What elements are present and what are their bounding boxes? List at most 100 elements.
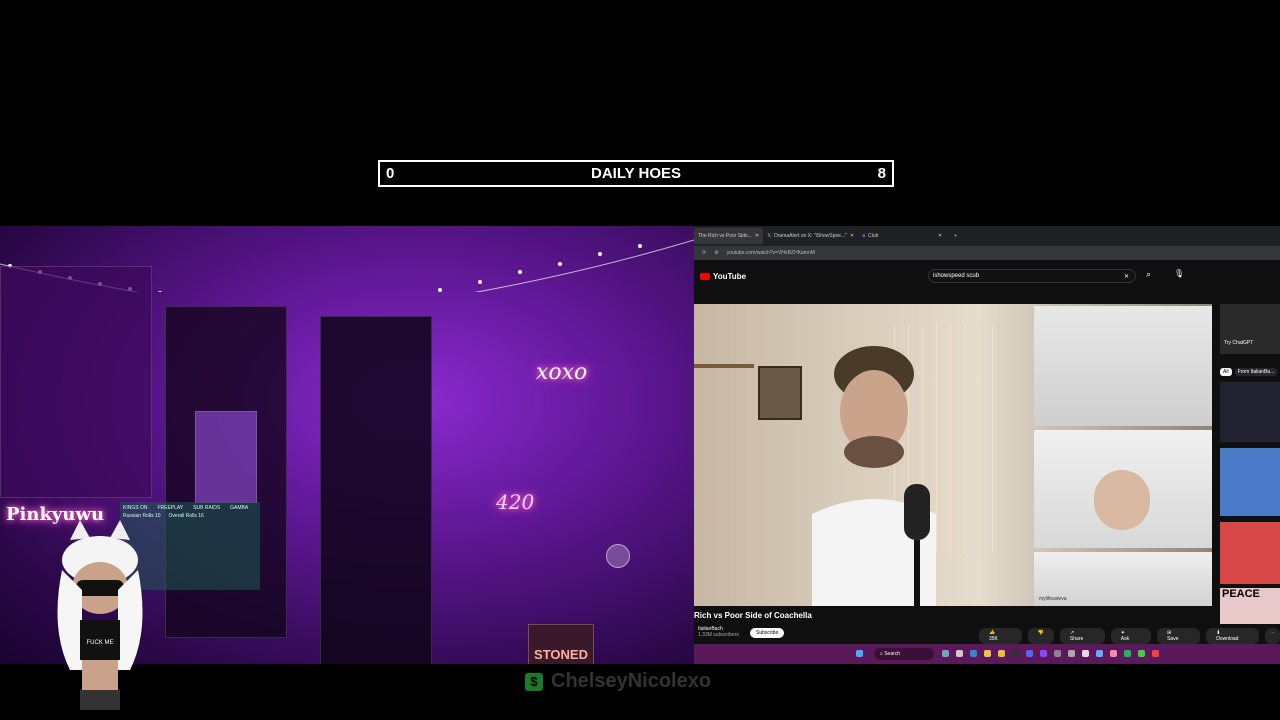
reload-icon[interactable]: ⟳ bbox=[702, 250, 706, 256]
ad-title: Try ChatGPT bbox=[1224, 340, 1254, 346]
address-bar[interactable]: ⟳ ⚙ youtube.com/watch?v=VHeBZHKamnM bbox=[694, 246, 1280, 260]
avatar-character: FUCK ME bbox=[57, 520, 143, 710]
search-input[interactable]: ishowspeed scub ✕ bbox=[928, 269, 1136, 283]
x-icon: 𝕏 bbox=[767, 233, 772, 239]
tab-bar: The Rich vs Poor Side... ✕ 𝕏 DramaAlert on… bbox=[694, 226, 1280, 246]
folder-icon[interactable] bbox=[984, 650, 991, 657]
app-icon[interactable] bbox=[1054, 650, 1061, 657]
pip-caption: mylifeasleva bbox=[1039, 596, 1067, 602]
like-count: 35K bbox=[984, 634, 1003, 644]
neon-xoxo-sign: xoxo bbox=[536, 360, 588, 385]
url-text: youtube.com/watch?v=VHeBZHKamnM bbox=[726, 250, 815, 256]
close-icon[interactable]: ✕ bbox=[938, 233, 942, 239]
youtube-logo-text: YouTube bbox=[713, 271, 747, 281]
tab-dramaalert[interactable]: 𝕏 DramaAlert on X: "iShowSpee..." ✕ bbox=[763, 228, 858, 244]
dislike-button[interactable]: 👎 bbox=[1027, 628, 1054, 644]
rec-thumb-4[interactable]: PEACE bbox=[1220, 588, 1280, 624]
search-query: ishowspeed scub bbox=[933, 273, 980, 279]
rec-thumb-text: PEACE bbox=[1222, 588, 1260, 600]
chrome-icon[interactable] bbox=[998, 650, 1005, 657]
edge-icon[interactable] bbox=[970, 650, 977, 657]
avatar-shirt-text: FUCK ME bbox=[87, 640, 114, 646]
pip-room-top bbox=[1034, 306, 1212, 426]
mirror bbox=[195, 411, 257, 503]
close-icon[interactable]: ✕ bbox=[755, 233, 759, 239]
chip-from-channel[interactable]: From ItalianBa... bbox=[1234, 368, 1278, 376]
spotify-icon[interactable] bbox=[1124, 650, 1131, 657]
close-icon[interactable]: ✕ bbox=[850, 233, 854, 239]
cashapp-handle-text: ChelseyNicolexo bbox=[551, 670, 712, 692]
more-options-button[interactable]: ⋯ bbox=[1264, 628, 1280, 644]
tab-label: The Rich vs Poor Side... bbox=[698, 233, 752, 239]
search-icon[interactable]: ⌕ bbox=[1146, 269, 1151, 280]
daily-counter: 0 DAILY HOES 8 bbox=[378, 160, 894, 187]
twitch-icon: ■ bbox=[862, 233, 866, 239]
counter-right-value: 8 bbox=[877, 165, 886, 182]
counter-left-value: 0 bbox=[386, 165, 395, 182]
stoned-text: STONED bbox=[534, 647, 588, 662]
app-icon[interactable] bbox=[1068, 650, 1075, 657]
share-label: Share bbox=[1064, 634, 1089, 644]
discord-icon[interactable] bbox=[1026, 650, 1033, 657]
overlay-col-1: KINGS ON bbox=[123, 505, 148, 511]
chip-all[interactable]: All bbox=[1220, 368, 1232, 376]
cursor-icon bbox=[606, 544, 630, 568]
new-tab-button[interactable]: + bbox=[954, 233, 957, 239]
rec-thumb-2[interactable] bbox=[1220, 448, 1280, 516]
app-icon[interactable] bbox=[1082, 650, 1089, 657]
app-icon[interactable] bbox=[1138, 650, 1145, 657]
shelf bbox=[694, 364, 754, 368]
app-icon[interactable] bbox=[1110, 650, 1117, 657]
windows-taskbar: ⌕ Search bbox=[694, 644, 1280, 664]
overlay-row-1: Russian Rolls 10 bbox=[123, 513, 161, 519]
download-button[interactable]: ⬇ Download bbox=[1206, 628, 1259, 644]
video-title: Rich vs Poor Side of Coachella bbox=[694, 611, 812, 620]
thumbs-down-icon: 👎 bbox=[1032, 628, 1049, 638]
windows-start-icon[interactable] bbox=[856, 650, 863, 657]
overlay-col-4: GAMBA bbox=[230, 505, 249, 511]
twitch-icon[interactable] bbox=[1040, 650, 1047, 657]
taskbar-search-label: Search bbox=[884, 651, 901, 657]
ask-label: Ask bbox=[1115, 634, 1135, 644]
taskbar-search[interactable]: ⌕ Search bbox=[874, 648, 934, 660]
app-icon[interactable] bbox=[1096, 650, 1103, 657]
like-button[interactable]: 👍 35K bbox=[979, 628, 1022, 644]
save-button[interactable]: ⊞ Save bbox=[1157, 628, 1201, 644]
microphone-icon bbox=[904, 484, 930, 606]
search-icon: ⌕ bbox=[880, 651, 883, 657]
youtube-play-icon bbox=[700, 272, 710, 280]
channel-info[interactable]: ItalianBach 1.33M subscribers bbox=[698, 626, 739, 638]
subscriber-count: 1.33M subscribers bbox=[698, 632, 739, 638]
youtube-header: YouTube ishowspeed scub ✕ ⌕ 🎙 bbox=[694, 260, 1280, 292]
ask-button[interactable]: ✦ Ask bbox=[1110, 628, 1152, 644]
overlay-col-3: SUB RAIDS bbox=[193, 505, 221, 511]
mic-icon[interactable]: 🎙 bbox=[1174, 269, 1184, 278]
clear-search-icon[interactable]: ✕ bbox=[1124, 273, 1129, 280]
curtain bbox=[320, 316, 432, 664]
task-view-icon[interactable] bbox=[956, 650, 963, 657]
overlay-col-2: FREEPLAY bbox=[157, 505, 184, 511]
tab-club[interactable]: ■ Club ✕ bbox=[858, 228, 946, 244]
app-icon[interactable] bbox=[1152, 650, 1159, 657]
video-actions: 👍 35K 👎 ↗ Share ✦ Ask ⊞ Save ⬇ Download … bbox=[979, 628, 1280, 644]
subscribe-button[interactable]: Subscribe bbox=[750, 628, 785, 638]
cashapp-icon: $ bbox=[525, 672, 543, 691]
rec-thumb-3[interactable] bbox=[1220, 522, 1280, 584]
recommendations-sidebar: Try ChatGPT All From ItalianBa... PEACE bbox=[1220, 304, 1280, 638]
wall-art bbox=[0, 266, 152, 498]
ad-card[interactable]: Try ChatGPT bbox=[1220, 304, 1280, 354]
picture-frame bbox=[758, 366, 802, 420]
stoned-poster: STONED bbox=[528, 624, 594, 664]
browser-window: The Rich vs Poor Side... ✕ 𝕏 DramaAlert on… bbox=[694, 226, 1280, 664]
tab-label: Club bbox=[868, 233, 879, 239]
neon-420-sign: 420 bbox=[496, 490, 535, 514]
share-button[interactable]: ↗ Share bbox=[1059, 628, 1105, 644]
rec-thumb-1[interactable] bbox=[1220, 382, 1280, 442]
site-info-icon[interactable]: ⚙ bbox=[714, 250, 718, 256]
obs-icon[interactable] bbox=[1012, 650, 1019, 657]
overlay-row-2: Overall Rolls 16 bbox=[168, 513, 204, 519]
youtube-logo[interactable]: YouTube bbox=[700, 272, 746, 281]
cashapp-handle: $ ChelseyNicolexo bbox=[525, 670, 711, 693]
widgets-icon[interactable] bbox=[942, 650, 949, 657]
tab-youtube[interactable]: The Rich vs Poor Side... ✕ bbox=[694, 228, 764, 244]
